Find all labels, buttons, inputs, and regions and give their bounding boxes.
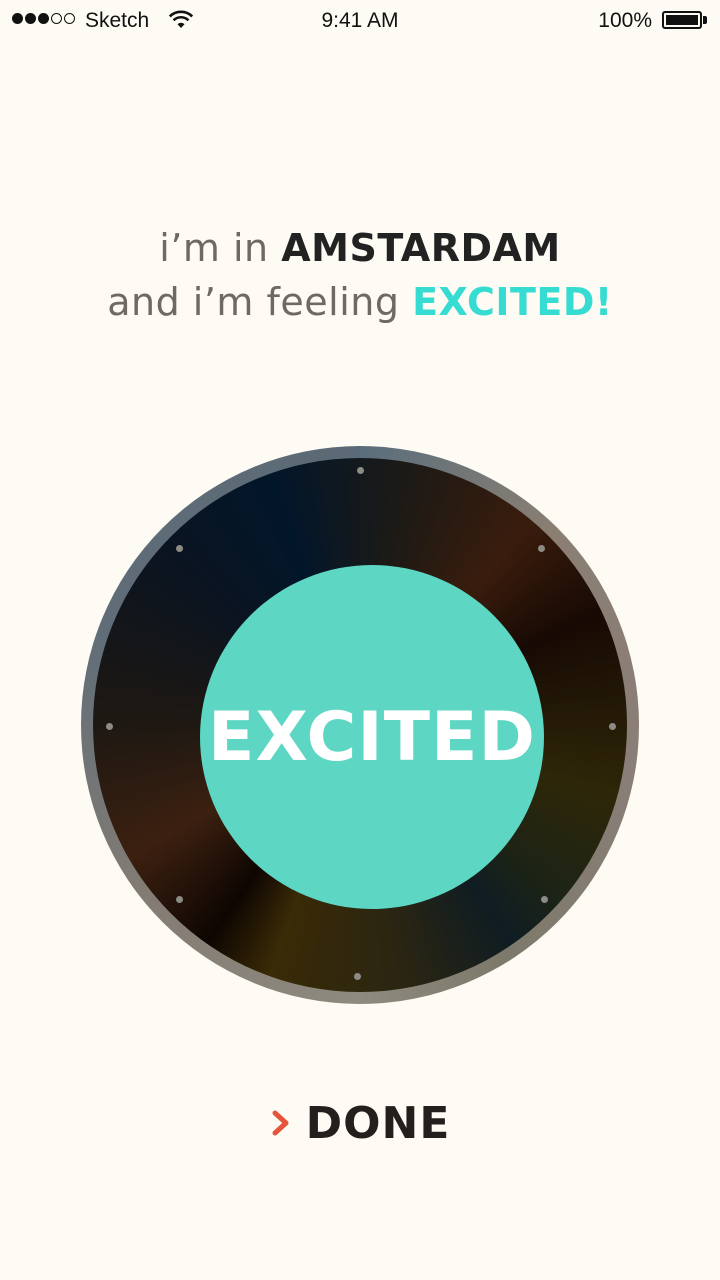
- selected-mood-label: EXCITED: [208, 697, 536, 777]
- dial-tick: [354, 973, 361, 980]
- status-bar: Sketch 9:41 AM 100%: [0, 0, 720, 40]
- mood-dial[interactable]: EXCITED: [81, 446, 639, 1004]
- mood-center-disc[interactable]: EXCITED: [200, 565, 544, 909]
- battery-level: [666, 15, 698, 25]
- dial-tick: [357, 467, 364, 474]
- location-prefix: i’m in: [159, 226, 269, 270]
- dial-tick: [176, 896, 183, 903]
- dial-tick: [609, 723, 616, 730]
- battery-cap: [703, 16, 707, 24]
- mood-line: and i’m feeling EXCITED!: [0, 280, 720, 324]
- mood-dial-ring[interactable]: EXCITED: [93, 458, 627, 992]
- location-line: i’m in AMSTARDAM: [0, 226, 720, 270]
- done-button[interactable]: DONE: [0, 1095, 720, 1151]
- battery-percent: 100%: [598, 9, 652, 32]
- dial-tick: [176, 545, 183, 552]
- mood-prefix: and i’m feeling: [107, 280, 400, 324]
- dial-tick: [538, 545, 545, 552]
- mood-highlight: EXCITED!: [412, 280, 613, 324]
- chevron-right-icon: [272, 1110, 289, 1136]
- dial-tick: [541, 896, 548, 903]
- done-label: DONE: [305, 1097, 451, 1149]
- battery-icon: [662, 11, 702, 29]
- dial-tick: [106, 723, 113, 730]
- city-name[interactable]: AMSTARDAM: [281, 226, 561, 270]
